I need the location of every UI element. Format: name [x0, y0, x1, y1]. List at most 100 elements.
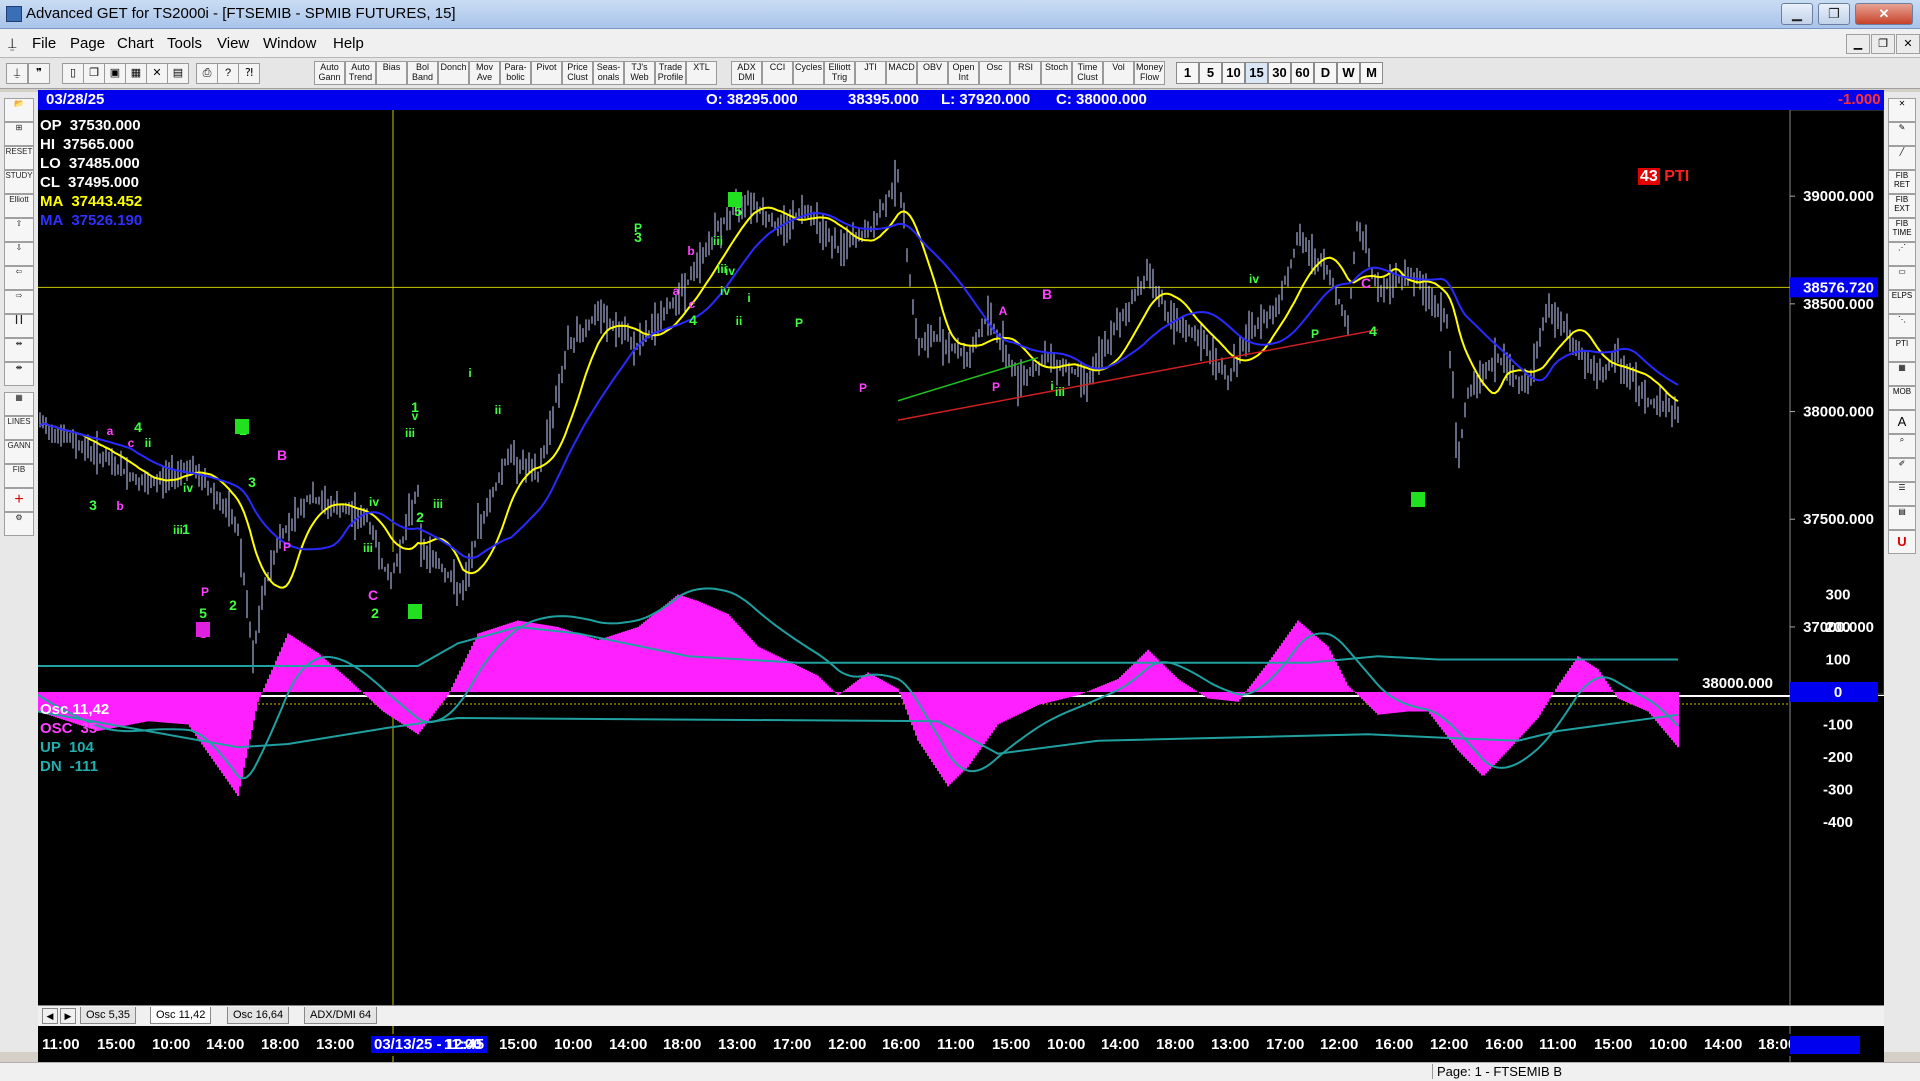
study-button-12[interactable]: XTL: [686, 61, 717, 85]
study-button-22[interactable]: RSI: [1010, 61, 1041, 85]
mdi-close-button[interactable]: ✕: [1896, 34, 1920, 54]
zoom-tool-icon[interactable]: ⊞: [4, 122, 34, 146]
channel-icon[interactable]: ▭: [1888, 266, 1916, 290]
study-button-26[interactable]: Money Flow: [1134, 61, 1165, 85]
osc-tab-0[interactable]: Osc 5,35: [80, 1007, 137, 1024]
pin-tool-icon[interactable]: ⍊: [6, 63, 28, 84]
context-help-icon[interactable]: ⁈: [238, 63, 260, 84]
study-button-15[interactable]: Cycles: [793, 61, 824, 85]
pencil-icon[interactable]: ✎: [1888, 122, 1916, 146]
undo-icon[interactable]: U: [1888, 530, 1916, 554]
timeframe-button-10[interactable]: 10: [1222, 62, 1245, 84]
study-button-4[interactable]: Donch: [438, 61, 469, 85]
menu-file[interactable]: File: [32, 35, 56, 52]
reset-icon[interactable]: RESET: [4, 146, 34, 170]
study-button-9[interactable]: Seas- onals: [593, 61, 624, 85]
help-icon[interactable]: ?: [217, 63, 239, 84]
fan-icon[interactable]: ⋰: [1888, 242, 1916, 266]
chart-canvas[interactable]: 39000.00038500.00038000.00037500.0003700…: [37, 90, 1885, 1081]
mob-icon[interactable]: MOB: [1888, 386, 1916, 410]
tab-scroll-left-icon[interactable]: ◀: [42, 1008, 58, 1024]
elliott-icon[interactable]: Elliott: [4, 194, 34, 218]
grid-tool-icon[interactable]: ▦: [1888, 362, 1916, 386]
compress-icon[interactable]: ⇼: [4, 362, 34, 386]
magnify-icon[interactable]: ⌕: [1888, 434, 1916, 458]
study-button-10[interactable]: TJ's Web: [624, 61, 655, 85]
study-button-25[interactable]: Vol: [1103, 61, 1134, 85]
table-icon[interactable]: ▦: [4, 392, 34, 416]
study-button-7[interactable]: Pivot: [531, 61, 562, 85]
close-button[interactable]: ✕: [1855, 3, 1913, 25]
fib-icon[interactable]: FIB: [4, 464, 34, 488]
quote-icon[interactable]: ❞: [28, 63, 50, 84]
arrow-up-icon[interactable]: ⇧: [4, 218, 34, 242]
fib-ext-icon[interactable]: FIB EXT: [1888, 194, 1916, 218]
grid-icon[interactable]: ▦: [125, 63, 147, 84]
study-button-5[interactable]: Mov Ave: [469, 61, 500, 85]
menu-help[interactable]: Help: [333, 35, 364, 52]
ellipse-icon[interactable]: ELPS: [1888, 290, 1916, 314]
tab-scroll-right-icon[interactable]: ▶: [60, 1008, 76, 1024]
study-button-1[interactable]: Auto Trend: [345, 61, 376, 85]
study-button-16[interactable]: Elliott Trig: [824, 61, 855, 85]
timeframe-button-15[interactable]: 15: [1245, 62, 1268, 84]
arrow-down-icon[interactable]: ⇩: [4, 242, 34, 266]
menu-tools[interactable]: Tools: [167, 35, 202, 52]
cross-icon[interactable]: ✕: [1888, 98, 1916, 122]
menu-view[interactable]: View: [217, 35, 249, 52]
tile-icon[interactable]: ▤: [167, 63, 189, 84]
study-button-19[interactable]: OBV: [917, 61, 948, 85]
gann-fan-icon[interactable]: ⋱: [1888, 314, 1916, 338]
text-tool-icon[interactable]: A: [1888, 410, 1916, 434]
crosshair-icon[interactable]: +: [4, 488, 34, 512]
copy-icon[interactable]: ❐: [83, 63, 105, 84]
bars-icon[interactable]: ┃┃: [4, 314, 34, 338]
study-button-23[interactable]: Stoch: [1041, 61, 1072, 85]
expand-icon[interactable]: ⇹: [4, 338, 34, 362]
fib-ret-icon[interactable]: FIB RET: [1888, 170, 1916, 194]
study-button-6[interactable]: Para- bolic: [500, 61, 531, 85]
pti-icon[interactable]: PTI: [1888, 338, 1916, 362]
menu-chart[interactable]: Chart: [117, 35, 154, 52]
study-icon[interactable]: STUDY: [4, 170, 34, 194]
study-button-8[interactable]: Price Clust: [562, 61, 593, 85]
study-button-17[interactable]: JTI: [855, 61, 886, 85]
list-icon[interactable]: ☰: [1888, 482, 1916, 506]
minimize-button[interactable]: ▁: [1781, 3, 1813, 25]
study-button-13[interactable]: ADX DMI: [731, 61, 762, 85]
study-button-21[interactable]: Osc: [979, 61, 1010, 85]
study-button-24[interactable]: Time Clust: [1072, 61, 1103, 85]
osc-tab-1[interactable]: Osc 11,42: [150, 1007, 212, 1024]
paint-icon[interactable]: ✐: [1888, 458, 1916, 482]
chart-window[interactable]: 39000.000 38500.000 38000.000 37500.000 3700…: [37, 90, 1885, 1081]
osc-tab-2[interactable]: Osc 16,64: [227, 1007, 290, 1024]
pin-icon[interactable]: ⍊: [8, 35, 16, 52]
study-button-3[interactable]: Bol Band: [407, 61, 438, 85]
timeframe-button-D[interactable]: D: [1314, 62, 1337, 84]
study-button-18[interactable]: MACD: [886, 61, 917, 85]
arrow-right-icon[interactable]: ⇨: [4, 290, 34, 314]
open-folder-icon[interactable]: 📂: [4, 98, 34, 122]
new-page-icon[interactable]: ▯: [62, 63, 84, 84]
study-button-20[interactable]: Open Int: [948, 61, 979, 85]
timeframe-button-M[interactable]: M: [1360, 62, 1383, 84]
print-icon[interactable]: ⎙: [196, 63, 218, 84]
gann-icon[interactable]: GANN: [4, 440, 34, 464]
timeframe-button-30[interactable]: 30: [1268, 62, 1291, 84]
timeframe-button-W[interactable]: W: [1337, 62, 1360, 84]
notes-icon[interactable]: ▤: [1888, 506, 1916, 530]
lines-icon[interactable]: LINES: [4, 416, 34, 440]
layout-icon[interactable]: ▣: [104, 63, 126, 84]
osc-tab-3[interactable]: ADX/DMI 64: [304, 1007, 378, 1024]
trendline-icon[interactable]: ╱: [1888, 146, 1916, 170]
study-button-2[interactable]: Bias: [376, 61, 407, 85]
maximize-button[interactable]: ❐: [1818, 3, 1850, 25]
timeframe-button-1[interactable]: 1: [1176, 62, 1199, 84]
arrow-left-icon[interactable]: ⇦: [4, 266, 34, 290]
study-button-11[interactable]: Trade Profile: [655, 61, 686, 85]
delete-icon[interactable]: ✕: [146, 63, 168, 84]
timeframe-button-5[interactable]: 5: [1199, 62, 1222, 84]
mdi-restore-button[interactable]: ❐: [1871, 34, 1895, 54]
mdi-minimize-button[interactable]: ▁: [1846, 34, 1870, 54]
menu-window[interactable]: Window: [263, 35, 316, 52]
